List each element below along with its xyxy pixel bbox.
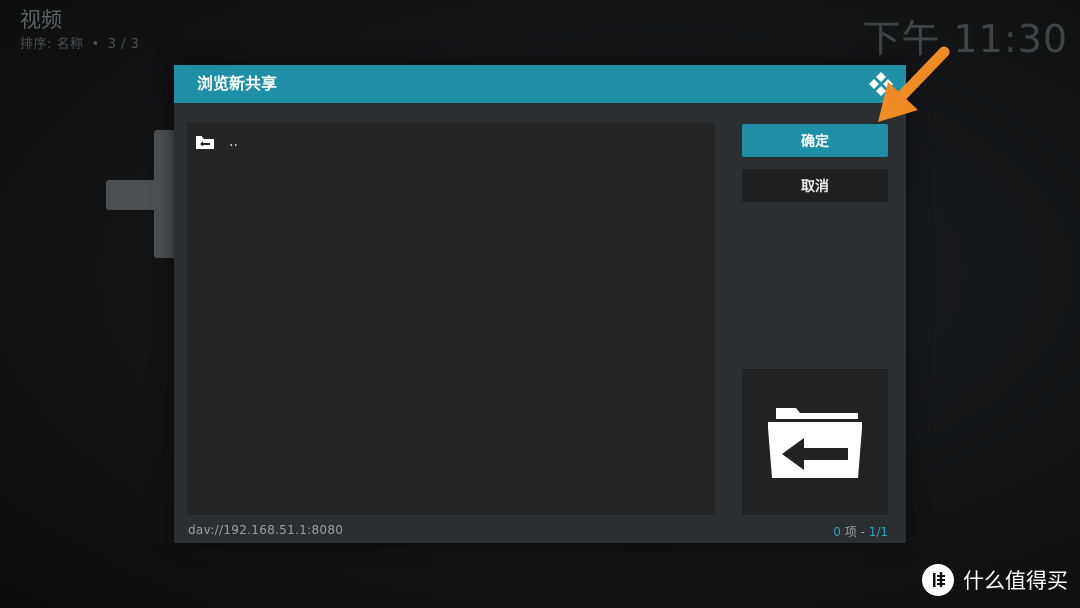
annotation-arrow-icon: [878, 46, 950, 122]
list-item-parent-folder[interactable]: ..: [195, 130, 705, 154]
item-count-unit: 项 -: [840, 525, 869, 539]
dialog-header: 浏览新共享: [174, 65, 906, 103]
file-list[interactable]: ..: [187, 122, 715, 515]
browse-share-dialog: 浏览新共享 .. 确定 取消 dav://192.168.51.1:8080 0…: [174, 65, 906, 543]
screen: 视频 排序: 名称 • 3 / 3 下午 11:30 浏览新共享 .. 确定 取…: [0, 0, 1080, 608]
sort-info: 排序: 名称 • 3 / 3: [20, 33, 139, 52]
watermark-text: 什么值得买: [963, 569, 1068, 593]
watermark: 什么值得买: [922, 564, 1068, 596]
item-count-value: 0: [833, 525, 841, 539]
list-item-label: ..: [229, 134, 238, 150]
large-folder-back-icon: [768, 408, 862, 478]
sort-separator: •: [91, 37, 100, 52]
page-indicator: 1/1: [868, 525, 888, 539]
dialog-title: 浏览新共享: [197, 74, 278, 93]
watermark-logo-icon: [922, 564, 954, 596]
item-position: 3 / 3: [107, 37, 140, 52]
sort-label: 排序: 名称: [20, 37, 84, 52]
cancel-button[interactable]: 取消: [742, 169, 888, 202]
folder-thumbnail: [742, 369, 888, 515]
folder-back-icon: [196, 136, 214, 149]
current-path: dav://192.168.51.1:8080: [188, 523, 344, 537]
section-title: 视频: [20, 8, 62, 32]
item-count: 0 项 - 1/1: [833, 523, 888, 540]
